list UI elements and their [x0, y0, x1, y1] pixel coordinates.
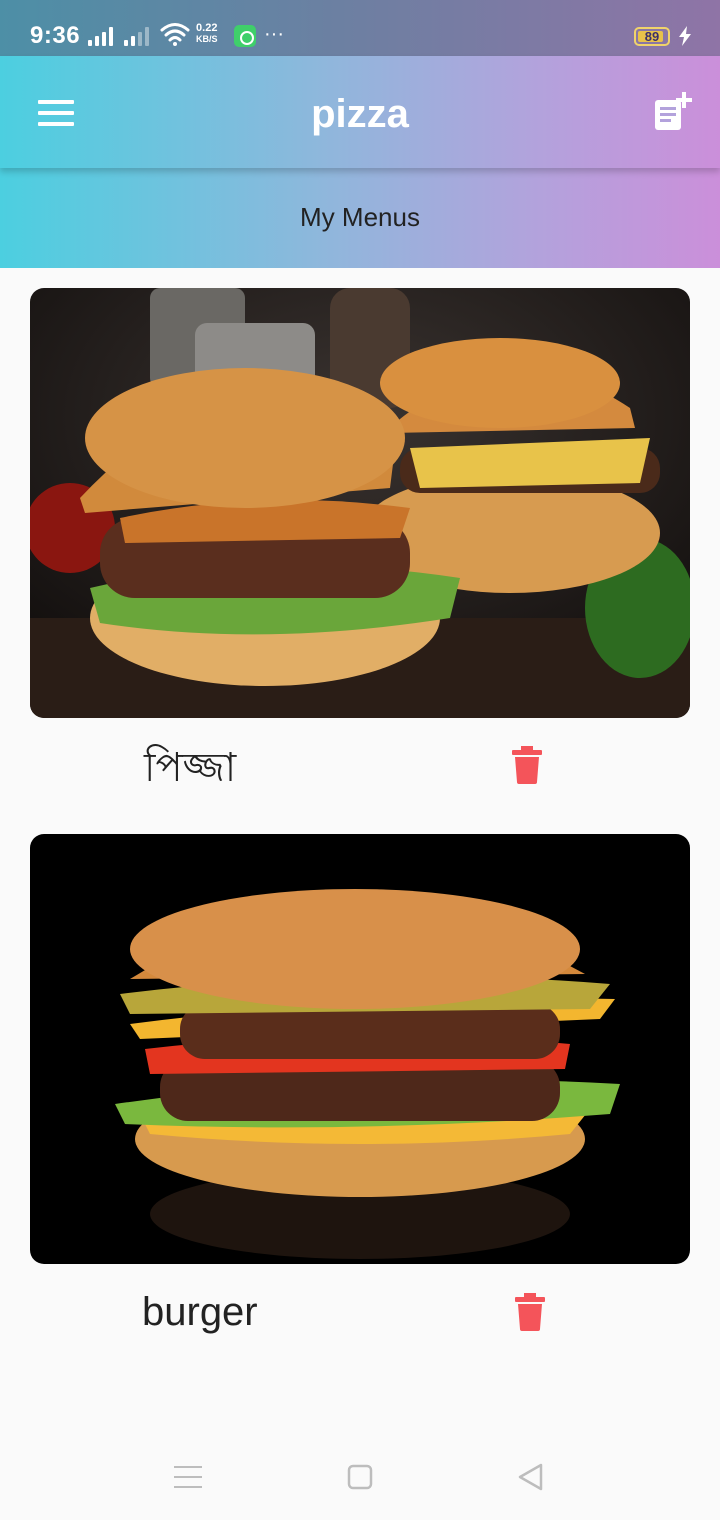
back-triangle-icon[interactable]	[516, 1462, 544, 1492]
app-title: pizza	[311, 92, 409, 136]
more-notifications-icon: ···	[264, 23, 284, 45]
status-time: 9:36	[30, 22, 81, 49]
network-speed-unit: KB/S	[196, 34, 218, 44]
subheader-title: My Menus	[300, 202, 420, 232]
wifi-icon	[160, 23, 190, 46]
trash-icon[interactable]	[512, 746, 542, 784]
status-bar: 9:36 0.22 KB/S ··· 89	[0, 0, 720, 56]
network-speed-value: 0.22	[196, 22, 218, 34]
battery-level: 89	[644, 29, 660, 44]
menu-lines-icon[interactable]	[174, 1464, 202, 1490]
burger-single-photo	[30, 834, 690, 1264]
notification-app-icon	[234, 25, 256, 47]
cell-signal-1-icon	[88, 26, 113, 46]
menu-name-2: burger	[142, 1290, 258, 1334]
home-square-icon[interactable]	[347, 1464, 373, 1490]
burger-pair-photo	[30, 288, 690, 718]
cell-signal-2-icon	[124, 26, 149, 46]
menu-image-1[interactable]	[30, 288, 690, 718]
network-speed: 0.22 KB/S	[196, 23, 218, 45]
trash-icon[interactable]	[515, 1293, 545, 1331]
battery-icon: 89	[634, 27, 670, 46]
menu-name-1: পিজ্জা	[144, 746, 237, 790]
note-add-icon[interactable]	[652, 92, 692, 132]
menu-image-2[interactable]	[30, 834, 690, 1264]
charging-bolt-icon	[679, 26, 691, 46]
system-nav-bar	[0, 1440, 720, 1520]
app-bar: pizza	[0, 56, 720, 168]
